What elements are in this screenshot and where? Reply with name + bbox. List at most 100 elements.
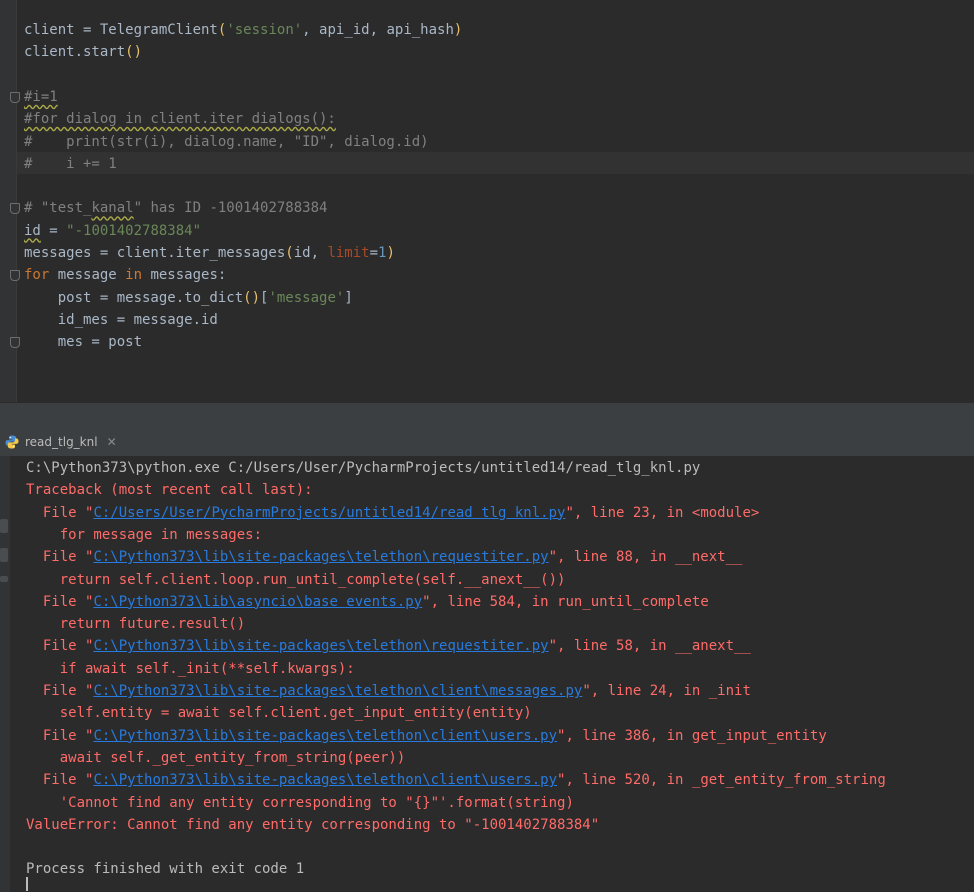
- code-line: client.start(): [24, 41, 142, 63]
- fold-marker-icon[interactable]: [10, 270, 20, 282]
- code-token: # "test_: [24, 200, 92, 217]
- code-token: ", line 23, in <module>: [565, 504, 760, 521]
- code-token: ", line 386, in get_input_entity: [557, 727, 827, 744]
- console-line: Traceback (most recent call last):: [26, 479, 313, 501]
- code-line: mes = post: [24, 331, 142, 353]
- code-token: messages:: [142, 267, 227, 284]
- run-tool-window-tabs: read_tlg_knl ✕: [0, 428, 974, 457]
- code-token: (: [285, 245, 294, 261]
- code-token: ", line 58, in __anext__: [548, 638, 751, 655]
- code-line: # print(str(i), dialog.name, "ID", dialo…: [24, 131, 429, 153]
- code-token: in: [125, 267, 143, 284]
- console-line: if await self._init(**self.kwargs):: [26, 658, 355, 680]
- code-token: ", line 520, in _get_entity_from_string: [557, 772, 886, 789]
- code-token: self.entity = await self.client.get_inpu…: [26, 705, 532, 722]
- code-token: ", line 88, in __next__: [548, 549, 743, 566]
- code-token: id_mes = message.id: [24, 311, 218, 328]
- console-line: File "C:\Python373\lib\site-packages\tel…: [26, 635, 751, 657]
- console-cursor: [26, 877, 28, 891]
- code-token: # print(str(i), dialog.name, "ID", dialo…: [24, 133, 429, 150]
- code-token: return future.result(): [26, 616, 246, 633]
- rerun-icon[interactable]: [0, 519, 8, 533]
- code-token: C:\Python373\python.exe C:/Users/User/Py…: [26, 460, 701, 476]
- code-token: File ": [26, 549, 94, 566]
- run-tab-label: read_tlg_knl: [25, 435, 98, 449]
- code-token: post = message.to_dict: [24, 289, 244, 306]
- fold-marker-icon[interactable]: [10, 337, 20, 349]
- file-link[interactable]: C:\Python373\lib\site-packages\telethon\…: [93, 772, 557, 788]
- code-token: ): [453, 22, 463, 38]
- code-token: for: [24, 267, 50, 284]
- code-token: File ": [26, 727, 94, 744]
- code-token: id: [24, 222, 41, 239]
- code-line: id = "-1001402788384": [24, 220, 201, 242]
- console-line: C:\Python373\python.exe C:/Users/User/Py…: [26, 457, 700, 479]
- console-line: for message in messages:: [26, 524, 262, 546]
- code-token: limit: [327, 245, 370, 261]
- code-token: (): [125, 44, 143, 61]
- console-toolbar: [0, 456, 10, 892]
- code-token: kanal: [91, 200, 134, 217]
- console-line: self.entity = await self.client.get_inpu…: [26, 702, 532, 724]
- code-token: File ": [26, 593, 94, 610]
- code-token: Traceback (most recent call last):: [26, 482, 313, 499]
- console-line: Process finished with exit code 1: [26, 858, 304, 880]
- file-link[interactable]: C:/Users/User/PycharmProjects/untitled14…: [93, 505, 565, 521]
- file-link[interactable]: C:\Python373\lib\site-packages\telethon\…: [93, 683, 582, 699]
- console-line: return future.result(): [26, 613, 245, 635]
- code-token: message: [49, 267, 126, 284]
- run-console[interactable]: C:\Python373\python.exe C:/Users/User/Py…: [0, 456, 974, 892]
- code-editor[interactable]: client = TelegramClient ('session', api_i…: [0, 0, 974, 402]
- fold-marker-icon[interactable]: [10, 91, 20, 103]
- console-line: return self.client.loop.run_until_comple…: [26, 569, 566, 591]
- current-line-highlight: [17, 152, 974, 174]
- code-line: messages = client.iter_messages(id, limi…: [24, 242, 395, 264]
- fold-marker-icon[interactable]: [10, 203, 20, 215]
- console-line: File "C:\Python373\lib\site-packages\tel…: [26, 725, 827, 747]
- code-token: =: [40, 222, 67, 239]
- code-token: client = TelegramClient: [24, 22, 218, 38]
- file-link[interactable]: C:\Python373\lib\site-packages\telethon\…: [93, 638, 548, 654]
- code-token: Process finished with exit code 1: [26, 861, 305, 878]
- console-line: ValueError: Cannot find any entity corre…: [26, 814, 599, 836]
- code-token: client.start: [24, 44, 126, 61]
- code-token: ): [386, 245, 395, 261]
- code-token: if await self._init(**self.kwargs):: [26, 660, 355, 677]
- file-link[interactable]: C:\Python373\lib\site-packages\telethon\…: [93, 549, 548, 565]
- file-link[interactable]: C:\Python373\lib\site-packages\telethon\…: [93, 728, 557, 744]
- code-token: " has ID -1001402788384: [133, 200, 328, 217]
- code-token: 'message': [268, 289, 345, 306]
- code-token: #for dialog in client.iter dialogs():: [24, 111, 336, 128]
- code-token: id,: [293, 245, 328, 261]
- code-line: client = TelegramClient('session', api_i…: [24, 19, 462, 41]
- run-tab[interactable]: read_tlg_knl ✕: [0, 428, 127, 456]
- code-token: =: [369, 245, 379, 261]
- console-line: 'Cannot find any entity corresponding to…: [26, 792, 574, 814]
- code-token: File ": [26, 772, 94, 789]
- code-token: return self.client.loop.run_until_comple…: [26, 571, 566, 588]
- console-line: File "C:\Python373\lib\site-packages\tel…: [26, 546, 743, 568]
- code-line: for message in messages:: [24, 264, 226, 286]
- code-token: 'session': [226, 22, 303, 38]
- console-line: File "C:\Python373\lib\site-packages\tel…: [26, 680, 751, 702]
- code-token: ]: [344, 289, 353, 306]
- close-icon[interactable]: ✕: [107, 435, 117, 449]
- console-line: File "C:\Python373\lib\asyncio\base even…: [26, 591, 709, 613]
- scroll-icon[interactable]: [0, 576, 8, 582]
- code-line: #for dialog in client.iter dialogs():: [24, 108, 336, 130]
- code-line: id_mes = message.id: [24, 309, 218, 331]
- file-link[interactable]: C:\Python373\lib\asyncio\base events.py: [93, 594, 422, 610]
- code-token: for message in messages:: [26, 526, 263, 543]
- code-token: File ": [26, 504, 94, 521]
- code-token: mes = post: [24, 334, 143, 351]
- code-token: ", line 584, in run_until_complete: [422, 593, 709, 610]
- code-token: (): [243, 289, 261, 306]
- code-token: await self._get_entity_from_string(peer)…: [26, 749, 406, 766]
- stop-icon[interactable]: [0, 548, 8, 562]
- console-line: File "C:/Users/User/PycharmProjects/unti…: [26, 502, 759, 524]
- code-line: #i=1: [24, 86, 58, 108]
- code-token: File ": [26, 638, 94, 655]
- console-line: File "C:\Python373\lib\site-packages\tel…: [26, 769, 886, 791]
- code-line: # i += 1: [24, 153, 117, 175]
- panel-splitter[interactable]: [0, 402, 974, 429]
